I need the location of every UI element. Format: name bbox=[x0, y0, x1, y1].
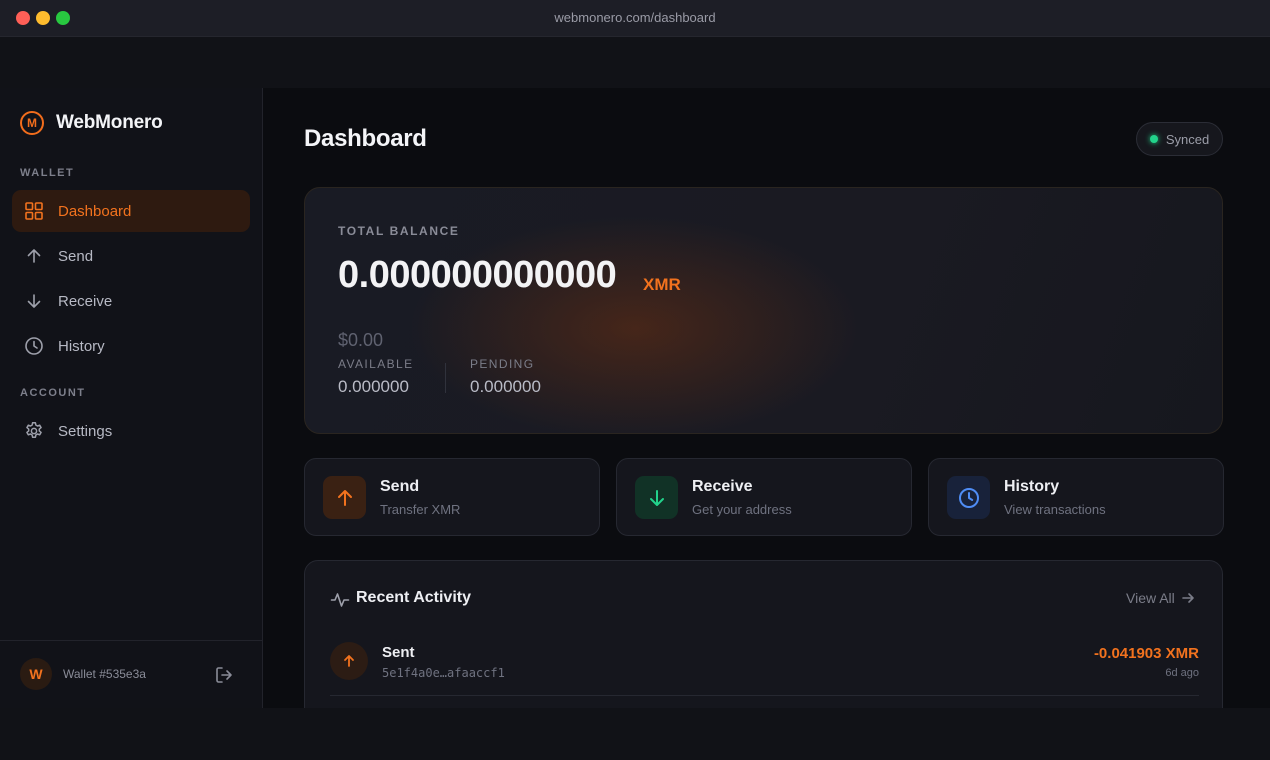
send-action-card[interactable]: Send Transfer XMR bbox=[304, 458, 600, 536]
action-title: Send bbox=[380, 478, 420, 495]
clock-icon bbox=[24, 336, 44, 356]
transaction-time: 6d ago bbox=[1165, 667, 1199, 679]
sidebar-item-receive[interactable]: Receive bbox=[12, 280, 250, 322]
sidebar-item-label: Send bbox=[58, 247, 94, 265]
arrow-down-icon bbox=[635, 476, 678, 519]
transaction-amount: -0.041903 XMR bbox=[1093, 645, 1199, 662]
view-all-label: View All bbox=[1126, 590, 1175, 606]
transaction-type: Sent bbox=[382, 644, 415, 661]
logout-icon[interactable] bbox=[214, 665, 234, 685]
pending-value: 0.000000 bbox=[470, 377, 541, 396]
total-balance-label: TOTAL BALANCE bbox=[338, 224, 460, 238]
brand[interactable]: M WebMonero bbox=[20, 111, 163, 135]
window-bottom-area bbox=[0, 708, 1270, 760]
sidebar-item-label: Settings bbox=[58, 422, 113, 440]
action-title: History bbox=[1004, 478, 1060, 495]
monero-logo-icon: M bbox=[20, 111, 44, 135]
sidebar-footer: W Wallet #535e3a bbox=[0, 640, 262, 708]
arrow-right-icon bbox=[1181, 593, 1194, 603]
sidebar-item-history[interactable]: History bbox=[12, 325, 250, 367]
wallet-section-label: WALLET bbox=[20, 167, 75, 179]
status-badge-label: Synced bbox=[1165, 131, 1210, 147]
sidebar-item-dashboard[interactable]: Dashboard bbox=[12, 190, 250, 232]
clock-icon bbox=[947, 476, 990, 519]
wallet-id: Wallet #535e3a bbox=[63, 667, 146, 681]
app-window: M WebMonero WALLET Dashboard Send Receiv… bbox=[0, 88, 1270, 708]
recent-activity-title: Recent Activity bbox=[356, 589, 471, 606]
pending-label: PENDING bbox=[470, 357, 535, 371]
balance-unit: XMR bbox=[643, 275, 681, 294]
receive-action-card[interactable]: Receive Get your address bbox=[616, 458, 912, 536]
action-subtitle: Transfer XMR bbox=[380, 502, 461, 517]
arrow-up-icon bbox=[323, 476, 366, 519]
address-bar-url[interactable]: webmonero.com/dashboard bbox=[0, 10, 1270, 25]
transaction-hash: 5e1f4a0e…afaaccf1 bbox=[382, 666, 505, 680]
total-balance-amount: 0.000000000000 bbox=[338, 254, 617, 296]
action-subtitle: View transactions bbox=[1004, 502, 1106, 517]
sidebar: M WebMonero WALLET Dashboard Send Receiv… bbox=[0, 88, 263, 708]
sidebar-item-label: Receive bbox=[58, 292, 113, 310]
arrow-up-icon bbox=[330, 642, 368, 680]
gear-icon bbox=[24, 421, 44, 441]
available-label: AVAILABLE bbox=[338, 357, 414, 371]
balance-fiat-value: $0.00 bbox=[338, 330, 384, 350]
view-all-link[interactable]: View All bbox=[1126, 590, 1195, 606]
activity-pulse-icon bbox=[330, 590, 350, 610]
history-action-card[interactable]: History View transactions bbox=[928, 458, 1224, 536]
available-value: 0.000000 bbox=[338, 377, 409, 396]
sidebar-item-send[interactable]: Send bbox=[12, 235, 250, 277]
browser-titlebar: webmonero.com/dashboard bbox=[0, 0, 1270, 37]
table-row[interactable]: Sent 5e1f4a0e…afaaccf1 -0.041903 XMR 6d … bbox=[330, 633, 1199, 696]
sidebar-item-label: History bbox=[58, 337, 105, 355]
avatar[interactable]: W bbox=[20, 658, 52, 690]
recent-activity-card: Recent Activity View All Sent 5e1f4a0e…a… bbox=[304, 560, 1223, 708]
arrow-up-icon bbox=[24, 246, 44, 266]
arrow-down-icon bbox=[24, 291, 44, 311]
action-title: Receive bbox=[692, 478, 753, 495]
status-badge: Synced bbox=[1136, 122, 1223, 156]
balance-divider bbox=[445, 363, 446, 393]
grid-icon bbox=[24, 201, 44, 221]
balance-card: TOTAL BALANCE 0.000000000000 XMR $0.00 A… bbox=[304, 187, 1223, 434]
sidebar-item-label: Dashboard bbox=[58, 202, 132, 220]
action-subtitle: Get your address bbox=[692, 502, 792, 517]
brand-name: WebMonero bbox=[56, 112, 163, 133]
account-section-label: ACCOUNT bbox=[20, 387, 86, 399]
page-title: Dashboard bbox=[304, 125, 427, 152]
sidebar-item-settings[interactable]: Settings bbox=[12, 410, 250, 452]
browser-toolbar-area bbox=[0, 37, 1270, 88]
sync-status-dot bbox=[1149, 135, 1158, 143]
